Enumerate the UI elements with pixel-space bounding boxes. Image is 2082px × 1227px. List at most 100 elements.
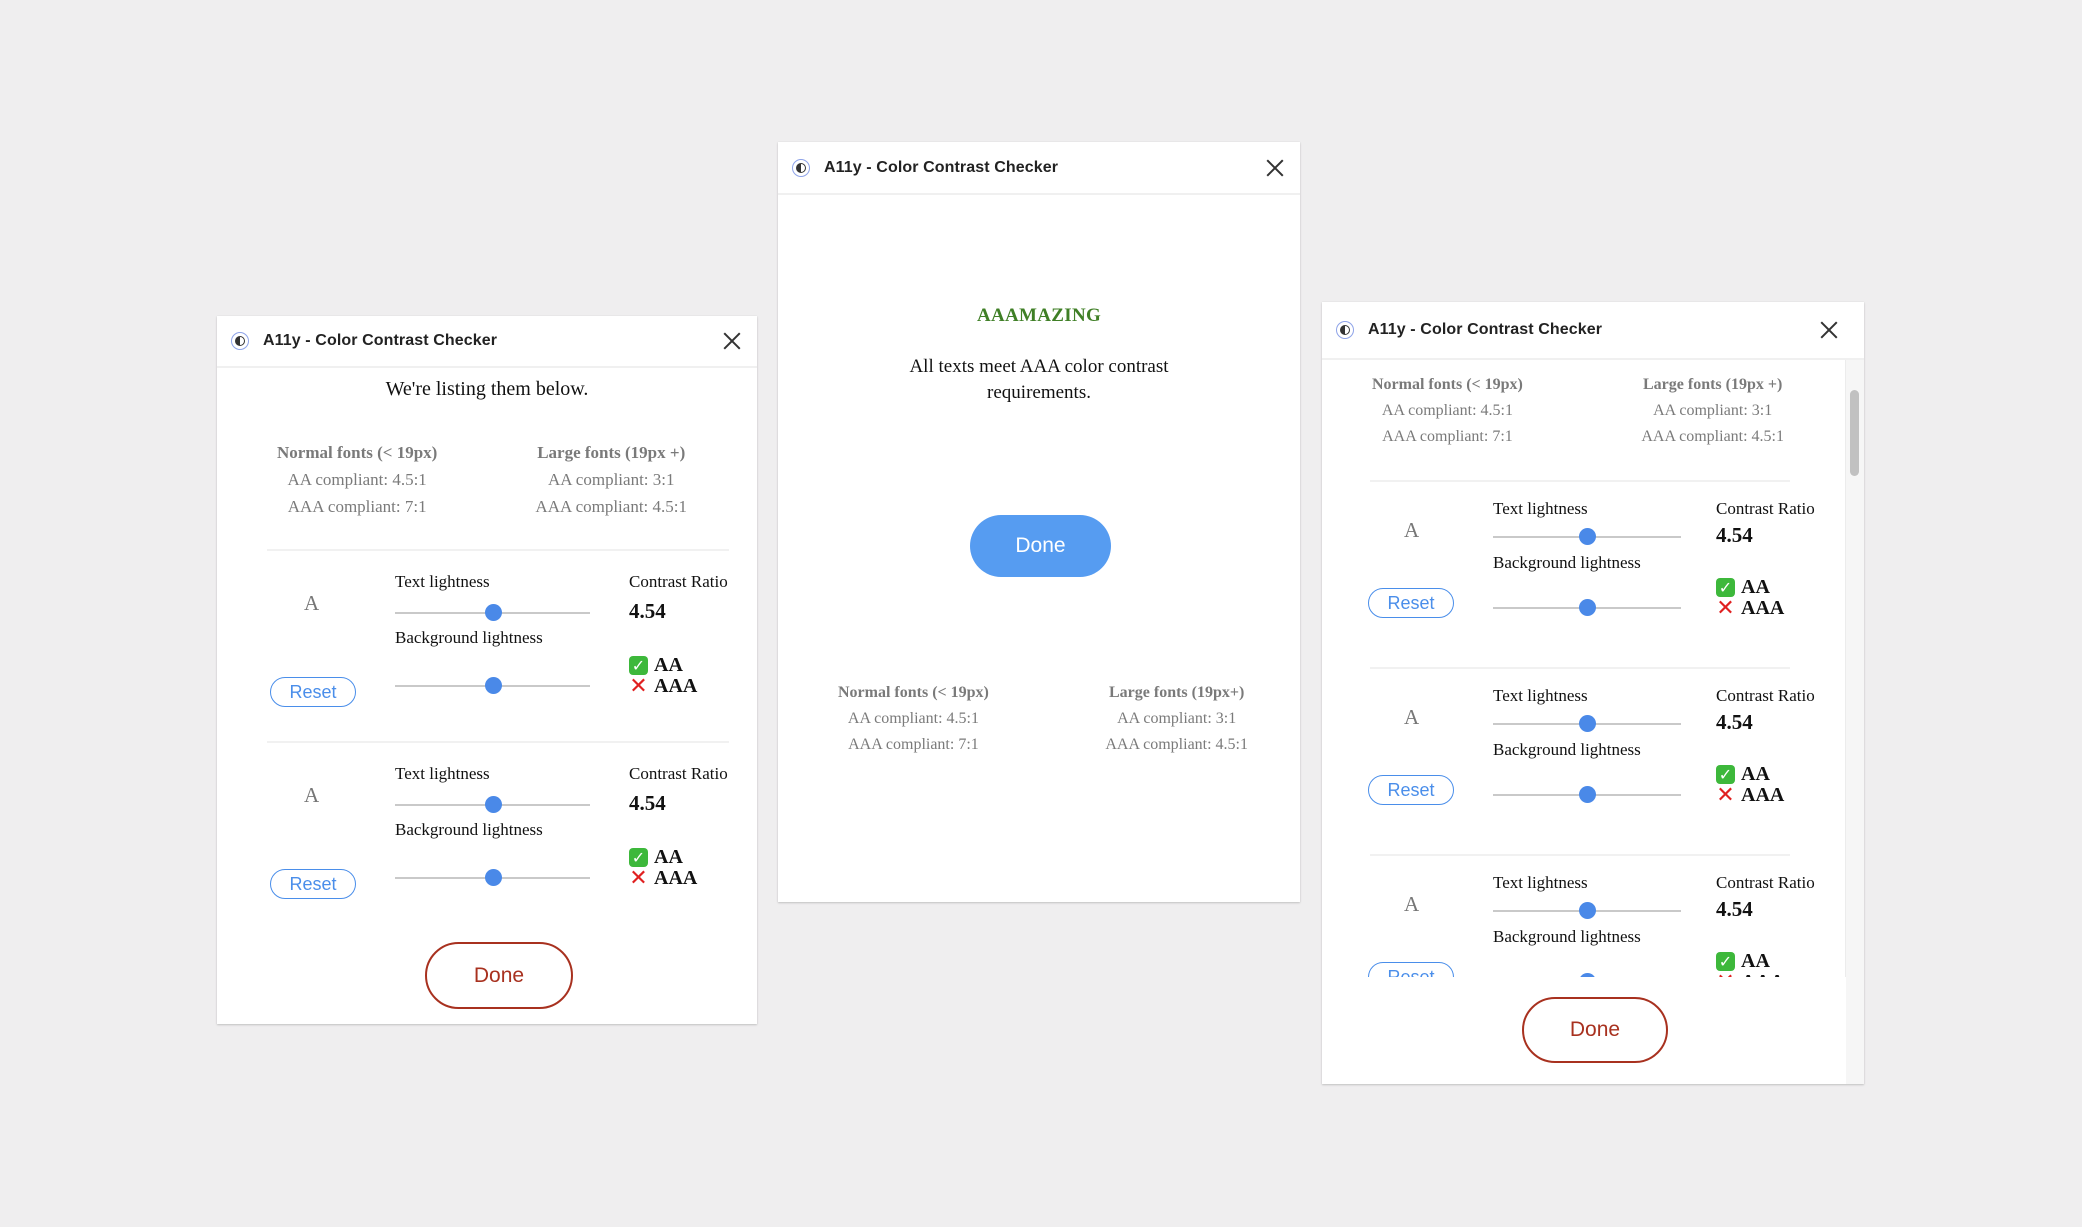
reset-button[interactable]: Reset bbox=[1368, 962, 1454, 977]
contrast-ratio-label: Contrast Ratio bbox=[1716, 499, 1815, 518]
done-button[interactable]: Done bbox=[1522, 997, 1668, 1063]
text-lightness-label: Text lightness bbox=[1493, 873, 1588, 892]
slider-thumb[interactable] bbox=[484, 796, 502, 813]
background-lightness-label: Background lightness bbox=[1493, 740, 1641, 759]
cross-icon: ✕ bbox=[629, 674, 648, 699]
legend-aaa: AAA compliant: 4.5:1 bbox=[535, 497, 687, 516]
contrast-ratio-value: 4.54 bbox=[1716, 523, 1753, 547]
legend-aaa: AAA compliant: 4.5:1 bbox=[1641, 428, 1784, 445]
close-icon[interactable] bbox=[721, 330, 743, 352]
legend-heading: Large fonts (19px +) bbox=[1643, 376, 1783, 393]
slider-thumb[interactable] bbox=[1579, 528, 1596, 545]
contrast-icon bbox=[792, 158, 810, 177]
aaa-label: AAA bbox=[654, 867, 698, 889]
aa-badge: ✓ AA bbox=[1716, 764, 1784, 785]
compliance-legend: Normal fonts (< 19px) AA compliant: 4.5:… bbox=[1372, 372, 1784, 450]
reset-button[interactable]: Reset bbox=[270, 869, 356, 899]
legend-heading: Normal fonts (< 19px) bbox=[277, 443, 438, 462]
legend-aaa: AAA compliant: 7:1 bbox=[1382, 428, 1513, 445]
close-icon[interactable] bbox=[1818, 319, 1840, 341]
text-lightness-slider[interactable] bbox=[395, 795, 590, 815]
slider-thumb[interactable] bbox=[484, 869, 502, 886]
slider-thumb[interactable] bbox=[1579, 599, 1596, 616]
divider bbox=[267, 549, 729, 551]
legend-heading: Normal fonts (< 19px) bbox=[838, 684, 989, 701]
legend-aaa: AAA compliant: 4.5:1 bbox=[1105, 736, 1248, 753]
success-message: All texts meet AAA color contrast requir… bbox=[778, 354, 1300, 406]
check-icon: ✓ bbox=[629, 656, 648, 675]
legend-heading: Large fonts (19px +) bbox=[537, 443, 686, 462]
sample-text-preview: A bbox=[1404, 705, 1420, 729]
text-lightness-slider[interactable] bbox=[1493, 901, 1681, 921]
legend-aa: AA compliant: 3:1 bbox=[547, 470, 675, 489]
window-title: A11y - Color Contrast Checker bbox=[263, 332, 498, 349]
slider-thumb[interactable] bbox=[1579, 902, 1596, 919]
aa-badge: ✓ AA bbox=[629, 847, 697, 868]
window-title: A11y - Color Contrast Checker bbox=[824, 158, 1059, 176]
success-panel: A11y - Color Contrast Checker AAAMAZING … bbox=[778, 142, 1300, 902]
background-lightness-label: Background lightness bbox=[1493, 927, 1641, 946]
aa-badge: ✓ AA bbox=[1716, 951, 1784, 972]
text-lightness-label: Text lightness bbox=[1493, 686, 1588, 705]
legend-normal-fonts: Normal fonts (< 19px) AA compliant: 4.5:… bbox=[1372, 372, 1523, 450]
legend-normal-fonts: Normal fonts (< 19px) AA compliant: 4.5:… bbox=[277, 439, 437, 520]
aa-label: AA bbox=[1741, 763, 1770, 785]
compliance-badges: ✓ AA ✕ AAA bbox=[629, 847, 698, 890]
scrollbar-thumb[interactable] bbox=[1850, 390, 1859, 476]
contrast-row: A Reset Text lightness Background lightn… bbox=[217, 552, 757, 744]
legend-large-fonts: Large fonts (19px +) AA compliant: 3:1 A… bbox=[1641, 372, 1784, 450]
contrast-ratio-value: 4.54 bbox=[629, 791, 666, 815]
reset-button[interactable]: Reset bbox=[270, 677, 356, 707]
background-lightness-slider[interactable] bbox=[1493, 598, 1681, 618]
legend-normal-fonts: Normal fonts (< 19px) AA compliant: 4.5:… bbox=[838, 680, 989, 758]
reset-button[interactable]: Reset bbox=[1368, 588, 1454, 618]
text-lightness-slider[interactable] bbox=[1493, 527, 1681, 547]
divider bbox=[267, 741, 729, 743]
contrast-row: A Reset Text lightness Background lightn… bbox=[1322, 670, 1846, 854]
scrollbar[interactable] bbox=[1845, 360, 1864, 1084]
text-lightness-slider[interactable] bbox=[395, 603, 590, 623]
legend-aaa: AAA compliant: 7:1 bbox=[287, 497, 427, 516]
close-icon[interactable] bbox=[1264, 157, 1286, 179]
background-lightness-slider[interactable] bbox=[395, 676, 590, 696]
background-lightness-label: Background lightness bbox=[395, 820, 543, 839]
reset-button[interactable]: Reset bbox=[1368, 775, 1454, 805]
sample-text-preview: A bbox=[304, 783, 320, 807]
text-lightness-slider[interactable] bbox=[1493, 714, 1681, 734]
success-message-text: All texts meet AAA color contrast requir… bbox=[909, 356, 1169, 403]
contrast-ratio-value: 4.54 bbox=[1716, 710, 1753, 734]
sample-text-preview: A bbox=[1404, 518, 1420, 542]
check-icon: ✓ bbox=[1716, 765, 1735, 784]
legend-aaa: AAA compliant: 7:1 bbox=[848, 736, 979, 753]
aaa-label: AAA bbox=[654, 675, 698, 697]
aaa-badge: ✕ AAA bbox=[1716, 785, 1784, 807]
contrast-icon bbox=[1336, 321, 1354, 339]
slider-thumb[interactable] bbox=[484, 677, 502, 694]
aaa-badge: ✕ AAA bbox=[629, 867, 698, 890]
check-icon: ✓ bbox=[1716, 952, 1735, 971]
background-lightness-label: Background lightness bbox=[1493, 553, 1641, 572]
contrast-row: A Reset Text lightness Background lightn… bbox=[1322, 857, 1846, 977]
window-title: A11y - Color Contrast Checker bbox=[1368, 321, 1603, 338]
text-lightness-label: Text lightness bbox=[395, 764, 490, 783]
divider bbox=[1370, 854, 1790, 856]
right-checker-panel: A11y - Color Contrast Checker Normal fon… bbox=[1322, 302, 1864, 1084]
check-icon: ✓ bbox=[1716, 578, 1735, 597]
background-lightness-slider[interactable] bbox=[395, 868, 590, 888]
aa-badge: ✓ AA bbox=[629, 655, 697, 676]
background-lightness-slider[interactable] bbox=[1493, 785, 1681, 805]
slider-thumb[interactable] bbox=[1579, 786, 1596, 803]
done-button[interactable]: Done bbox=[970, 515, 1111, 577]
slider-thumb[interactable] bbox=[1579, 715, 1596, 732]
aa-badge: ✓ AA bbox=[1716, 577, 1784, 598]
aa-label: AA bbox=[654, 654, 683, 676]
slider-thumb[interactable] bbox=[484, 604, 502, 621]
contrast-row: A Reset Text lightness Background lightn… bbox=[1322, 483, 1846, 667]
titlebar: A11y - Color Contrast Checker bbox=[778, 142, 1300, 195]
done-button[interactable]: Done bbox=[425, 942, 573, 1009]
legend-heading: Large fonts (19px+) bbox=[1109, 684, 1245, 701]
aa-label: AA bbox=[1741, 576, 1770, 598]
text-lightness-label: Text lightness bbox=[1493, 499, 1588, 518]
contrast-row: A Reset Text lightness Background lightn… bbox=[217, 744, 757, 936]
contrast-ratio-label: Contrast Ratio bbox=[629, 764, 728, 783]
